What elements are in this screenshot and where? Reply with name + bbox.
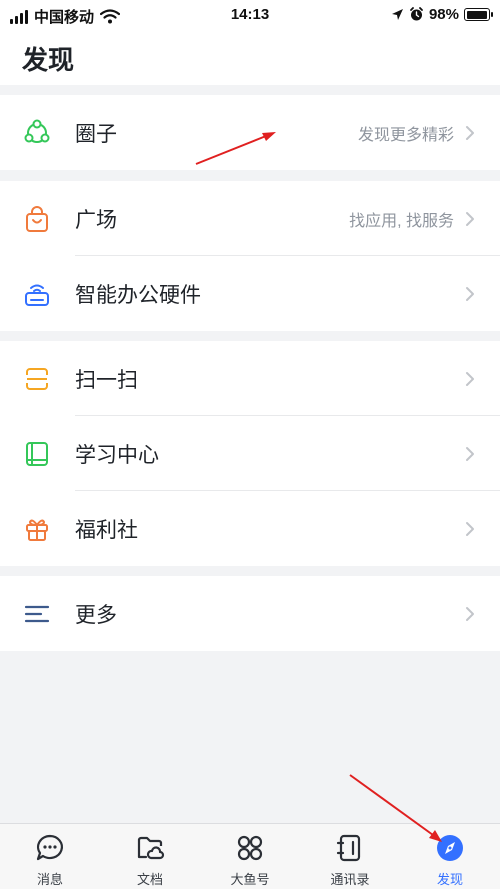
tab-label: 消息 xyxy=(36,872,63,887)
location-icon xyxy=(391,9,403,20)
tab-contacts[interactable]: 通讯录 xyxy=(300,824,400,889)
row-hint: 找应用, 找服务 xyxy=(349,212,454,230)
battery-percent: 98% xyxy=(428,6,459,23)
tab-bar: 消息 文档 大鱼号 通讯录 发现 xyxy=(0,823,500,889)
more-lines-icon xyxy=(24,605,50,622)
row-learning[interactable]: 学习中心 xyxy=(0,416,500,491)
tab-messages[interactable]: 消息 xyxy=(0,824,100,889)
shopping-bag-icon xyxy=(26,205,48,232)
chevron-right-icon xyxy=(466,446,474,461)
row-label: 广场 xyxy=(75,208,117,232)
chevron-right-icon xyxy=(466,211,474,226)
scan-icon xyxy=(26,367,48,390)
row-welfare[interactable]: 福利社 xyxy=(0,491,500,566)
chevron-right-icon xyxy=(466,371,474,386)
tab-label: 文档 xyxy=(136,872,163,887)
tab-label: 大鱼号 xyxy=(230,872,270,887)
group-circle: 圈子 发现更多精彩 xyxy=(0,95,500,170)
router-device-icon xyxy=(25,284,49,306)
alarm-icon xyxy=(410,7,423,21)
row-label: 学习中心 xyxy=(75,443,159,467)
group-apps: 广场 找应用, 找服务 智能办公硬件 xyxy=(0,181,500,331)
contacts-book-icon xyxy=(336,834,361,862)
row-square[interactable]: 广场 找应用, 找服务 xyxy=(0,181,500,256)
chevron-right-icon xyxy=(466,521,474,536)
row-more[interactable]: 更多 xyxy=(0,576,500,651)
row-label: 圈子 xyxy=(75,122,117,146)
row-hint: 发现更多精彩 xyxy=(357,126,454,144)
tab-docs[interactable]: 文档 xyxy=(100,824,200,889)
tab-label: 通讯录 xyxy=(330,872,370,887)
row-smart-hardware[interactable]: 智能办公硬件 xyxy=(0,256,500,331)
chevron-right-icon xyxy=(466,286,474,301)
row-scan[interactable]: 扫一扫 xyxy=(0,341,500,416)
circle-network-icon xyxy=(24,119,50,143)
group-tools: 扫一扫 学习中心 福利社 xyxy=(0,341,500,566)
header: 发现 xyxy=(0,30,500,85)
row-label: 福利社 xyxy=(75,518,138,542)
message-bubble-icon xyxy=(36,834,63,861)
battery-icon xyxy=(464,8,493,21)
discover-icon xyxy=(437,835,463,861)
chevron-right-icon xyxy=(466,125,474,140)
tab-label: 发现 xyxy=(436,872,463,887)
tab-dayuhao[interactable]: 大鱼号 xyxy=(200,824,300,889)
row-circle[interactable]: 圈子 发现更多精彩 xyxy=(0,95,500,170)
page-title: 发现 xyxy=(22,45,75,75)
row-label: 智能办公硬件 xyxy=(75,283,201,307)
four-circles-icon xyxy=(237,835,263,861)
book-icon xyxy=(26,441,48,466)
gift-icon xyxy=(26,519,48,541)
group-more: 更多 xyxy=(0,576,500,651)
status-right: 98% xyxy=(391,6,493,23)
status-bar: 中国移动 14:13 98% xyxy=(0,0,500,30)
row-label: 扫一扫 xyxy=(75,368,138,392)
tab-discover[interactable]: 发现 xyxy=(400,824,500,889)
cloud-folder-icon xyxy=(137,836,165,860)
chevron-right-icon xyxy=(466,606,474,621)
row-label: 更多 xyxy=(75,603,117,627)
